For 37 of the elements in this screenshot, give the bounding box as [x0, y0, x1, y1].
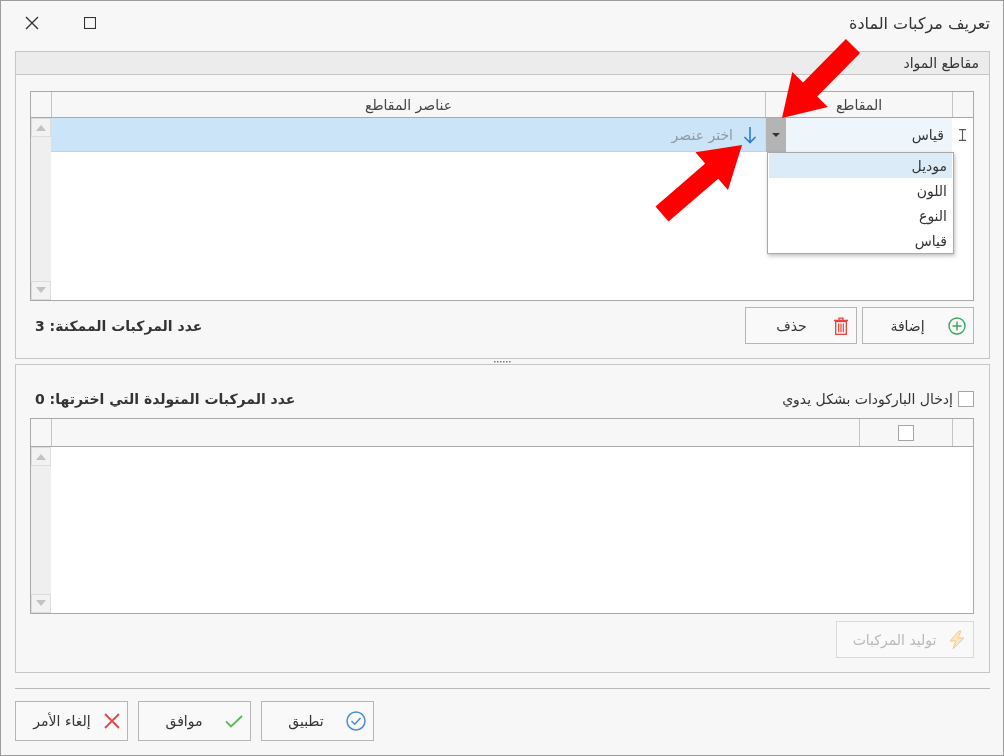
count-label: عدد المركبات المتولدة التي اخترتها: 0: [34, 391, 296, 407]
element-picker-field[interactable]: اختر عنصر: [51, 118, 765, 152]
group-header: مقاطع المواد: [16, 52, 989, 75]
apply-button[interactable]: تطبيق: [261, 701, 374, 741]
scroll-up-icon[interactable]: [31, 447, 51, 466]
check-icon: [225, 714, 243, 728]
column-header[interactable]: عناصر المقاطع: [51, 92, 765, 117]
dropdown-item[interactable]: قياس: [769, 228, 952, 253]
splitter-grip-icon[interactable]: [494, 360, 511, 363]
i-beam-icon: [959, 129, 966, 141]
plus-circle-icon: [948, 316, 966, 335]
scroll-up-icon[interactable]: [31, 118, 51, 137]
ok-button[interactable]: موافق: [138, 701, 251, 741]
checkbox[interactable]: [898, 424, 914, 441]
checkbox[interactable]: [958, 391, 974, 407]
cancel-button[interactable]: إلغاء الأمر: [15, 701, 128, 741]
segment-combobox[interactable]: قياس: [765, 118, 952, 152]
dropdown-item[interactable]: اللون: [769, 178, 952, 203]
dropdown-item[interactable]: موديل: [769, 153, 952, 178]
maximize-icon[interactable]: [84, 17, 96, 29]
close-icon[interactable]: [25, 16, 39, 30]
dropdown-item[interactable]: النوع: [769, 203, 952, 228]
arrow-down-icon[interactable]: [743, 125, 757, 144]
caret-down-icon: [772, 133, 780, 137]
window-title: تعريف مركبات المادة: [849, 13, 990, 33]
scroll-down-icon[interactable]: [31, 281, 51, 300]
scroll-down-icon[interactable]: [31, 594, 51, 613]
element-input[interactable]: اختر عنصر: [51, 126, 733, 143]
lightning-icon: [948, 629, 966, 650]
circle-check-icon: [346, 711, 366, 731]
add-button[interactable]: إضافة: [862, 307, 974, 344]
count-label: عدد المركبات الممكنة: 3: [34, 317, 203, 334]
trash-icon: [833, 316, 849, 335]
close-x-icon: [104, 713, 120, 729]
delete-button[interactable]: حذف: [745, 307, 857, 344]
checkbox-label[interactable]: إدخال الباركودات بشكل يدوي: [782, 391, 953, 407]
dropdown-button[interactable]: [766, 118, 786, 152]
